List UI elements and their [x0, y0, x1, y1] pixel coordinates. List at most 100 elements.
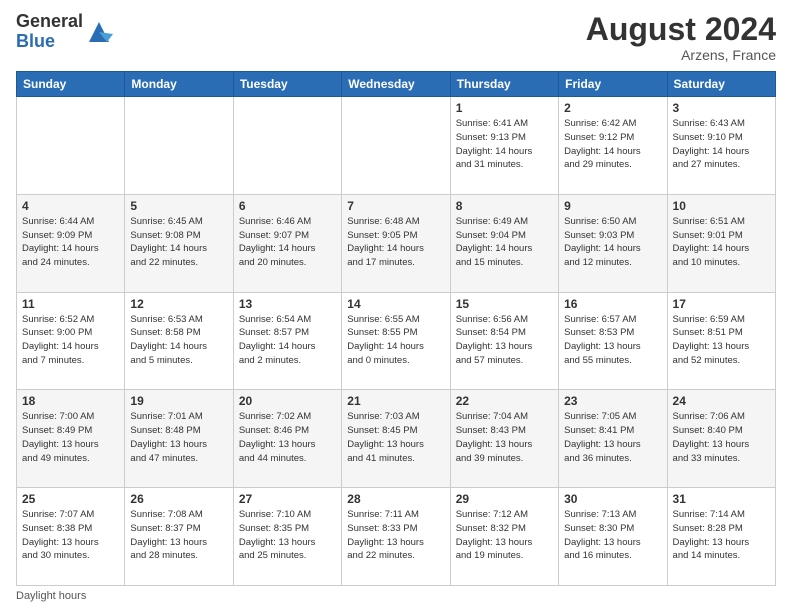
day-number: 25 — [22, 492, 119, 506]
logo-text: General Blue — [16, 12, 83, 52]
col-sunday: Sunday — [17, 72, 125, 97]
day-info: Sunrise: 7:01 AMSunset: 8:48 PMDaylight:… — [130, 410, 227, 465]
calendar-cell: 25 Sunrise: 7:07 AMSunset: 8:38 PMDayligh… — [17, 488, 125, 586]
day-number: 12 — [130, 297, 227, 311]
logo-blue: Blue — [16, 31, 55, 51]
day-number: 26 — [130, 492, 227, 506]
calendar-cell: 9Sunrise: 6:50 AMSunset: 9:03 PMDaylight… — [559, 194, 667, 292]
calendar-header: Sunday Monday Tuesday Wednesday Thursday… — [17, 72, 776, 97]
calendar-week-3: 11Sunrise: 6:52 AMSunset: 9:00 PMDayligh… — [17, 292, 776, 390]
day-number: 10 — [673, 199, 770, 213]
calendar-cell — [125, 97, 233, 195]
day-info: Sunrise: 6:56 AMSunset: 8:54 PMDaylight:… — [456, 313, 553, 368]
day-number: 23 — [564, 394, 661, 408]
day-info: Sunrise: 6:41 AMSunset: 9:13 PMDaylight:… — [456, 117, 553, 172]
calendar-cell: 10 Sunrise: 6:51 AMSunset: 9:01 PMDayligh… — [667, 194, 775, 292]
day-number: 18 — [22, 394, 119, 408]
day-number: 29 — [456, 492, 553, 506]
calendar-cell: 7 Sunrise: 6:48 AMSunset: 9:05 PMDaylight… — [342, 194, 450, 292]
calendar-week-5: 25 Sunrise: 7:07 AMSunset: 8:38 PMDayligh… — [17, 488, 776, 586]
header: General Blue August 2024 Arzens, France — [16, 12, 776, 63]
day-number: 14 — [347, 297, 444, 311]
day-number: 13 — [239, 297, 336, 311]
daylight-hours-label: Daylight hours — [16, 590, 86, 602]
col-wednesday: Wednesday — [342, 72, 450, 97]
day-info: Sunrise: 6:50 AMSunset: 9:03 PMDaylight:… — [564, 215, 661, 270]
calendar-cell: 12 Sunrise: 6:53 AMSunset: 8:58 PMDayligh… — [125, 292, 233, 390]
logo: General Blue — [16, 12, 113, 52]
calendar-cell: 18Sunrise: 7:00 AMSunset: 8:49 PMDayligh… — [17, 390, 125, 488]
day-number: 7 — [347, 199, 444, 213]
calendar-cell: 24Sunrise: 7:06 AMSunset: 8:40 PMDayligh… — [667, 390, 775, 488]
day-info: Sunrise: 6:49 AMSunset: 9:04 PMDaylight:… — [456, 215, 553, 270]
title-block: August 2024 Arzens, France — [586, 12, 776, 63]
calendar-cell — [17, 97, 125, 195]
day-info: Sunrise: 7:10 AMSunset: 8:35 PMDaylight:… — [239, 508, 336, 563]
calendar-body: 1 Sunrise: 6:41 AMSunset: 9:13 PMDaylight… — [17, 97, 776, 586]
day-info: Sunrise: 6:46 AMSunset: 9:07 PMDaylight:… — [239, 215, 336, 270]
day-info: Sunrise: 6:53 AMSunset: 8:58 PMDaylight:… — [130, 313, 227, 368]
calendar-cell: 3 Sunrise: 6:43 AMSunset: 9:10 PMDaylight… — [667, 97, 775, 195]
calendar-cell: 2Sunrise: 6:42 AMSunset: 9:12 PMDaylight… — [559, 97, 667, 195]
day-info: Sunrise: 7:11 AMSunset: 8:33 PMDaylight:… — [347, 508, 444, 563]
logo-general: General — [16, 11, 83, 31]
calendar-cell: 28 Sunrise: 7:11 AMSunset: 8:33 PMDayligh… — [342, 488, 450, 586]
calendar-week-1: 1 Sunrise: 6:41 AMSunset: 9:13 PMDaylight… — [17, 97, 776, 195]
day-number: 6 — [239, 199, 336, 213]
calendar-week-4: 18Sunrise: 7:00 AMSunset: 8:49 PMDayligh… — [17, 390, 776, 488]
day-number: 15 — [456, 297, 553, 311]
day-number: 19 — [130, 394, 227, 408]
calendar-cell: 23 Sunrise: 7:05 AMSunset: 8:41 PMDayligh… — [559, 390, 667, 488]
day-info: Sunrise: 7:08 AMSunset: 8:37 PMDaylight:… — [130, 508, 227, 563]
calendar-cell: 27 Sunrise: 7:10 AMSunset: 8:35 PMDayligh… — [233, 488, 341, 586]
calendar-cell: 16Sunrise: 6:57 AMSunset: 8:53 PMDayligh… — [559, 292, 667, 390]
day-number: 17 — [673, 297, 770, 311]
col-friday: Friday — [559, 72, 667, 97]
page: General Blue August 2024 Arzens, France … — [0, 0, 792, 612]
day-number: 1 — [456, 101, 553, 115]
day-number: 31 — [673, 492, 770, 506]
day-number: 21 — [347, 394, 444, 408]
day-number: 3 — [673, 101, 770, 115]
footer: Daylight hours — [16, 590, 776, 602]
day-number: 28 — [347, 492, 444, 506]
col-monday: Monday — [125, 72, 233, 97]
day-info: Sunrise: 7:05 AMSunset: 8:41 PMDaylight:… — [564, 410, 661, 465]
day-info: Sunrise: 7:13 AMSunset: 8:30 PMDaylight:… — [564, 508, 661, 563]
calendar-cell: 17 Sunrise: 6:59 AMSunset: 8:51 PMDayligh… — [667, 292, 775, 390]
day-info: Sunrise: 6:43 AMSunset: 9:10 PMDaylight:… — [673, 117, 770, 172]
calendar-cell: 26 Sunrise: 7:08 AMSunset: 8:37 PMDayligh… — [125, 488, 233, 586]
calendar-cell: 15 Sunrise: 6:56 AMSunset: 8:54 PMDayligh… — [450, 292, 558, 390]
day-info: Sunrise: 7:07 AMSunset: 8:38 PMDaylight:… — [22, 508, 119, 563]
day-number: 24 — [673, 394, 770, 408]
day-info: Sunrise: 6:48 AMSunset: 9:05 PMDaylight:… — [347, 215, 444, 270]
day-info: Sunrise: 6:51 AMSunset: 9:01 PMDaylight:… — [673, 215, 770, 270]
calendar-cell: 19 Sunrise: 7:01 AMSunset: 8:48 PMDayligh… — [125, 390, 233, 488]
col-saturday: Saturday — [667, 72, 775, 97]
logo-icon — [85, 18, 113, 46]
day-number: 4 — [22, 199, 119, 213]
calendar-cell: 30Sunrise: 7:13 AMSunset: 8:30 PMDayligh… — [559, 488, 667, 586]
day-info: Sunrise: 7:12 AMSunset: 8:32 PMDaylight:… — [456, 508, 553, 563]
calendar-cell: 1 Sunrise: 6:41 AMSunset: 9:13 PMDaylight… — [450, 97, 558, 195]
calendar-cell: 22Sunrise: 7:04 AMSunset: 8:43 PMDayligh… — [450, 390, 558, 488]
calendar-cell: 6 Sunrise: 6:46 AMSunset: 9:07 PMDaylight… — [233, 194, 341, 292]
day-number: 2 — [564, 101, 661, 115]
day-info: Sunrise: 7:14 AMSunset: 8:28 PMDaylight:… — [673, 508, 770, 563]
day-number: 22 — [456, 394, 553, 408]
calendar-cell — [233, 97, 341, 195]
day-info: Sunrise: 6:55 AMSunset: 8:55 PMDaylight:… — [347, 313, 444, 368]
col-tuesday: Tuesday — [233, 72, 341, 97]
calendar-week-2: 4Sunrise: 6:44 AMSunset: 9:09 PMDaylight… — [17, 194, 776, 292]
calendar-cell: 11Sunrise: 6:52 AMSunset: 9:00 PMDayligh… — [17, 292, 125, 390]
calendar-cell: 31 Sunrise: 7:14 AMSunset: 8:28 PMDayligh… — [667, 488, 775, 586]
calendar-cell: 20Sunrise: 7:02 AMSunset: 8:46 PMDayligh… — [233, 390, 341, 488]
day-info: Sunrise: 6:59 AMSunset: 8:51 PMDaylight:… — [673, 313, 770, 368]
calendar-table: Sunday Monday Tuesday Wednesday Thursday… — [16, 71, 776, 586]
day-info: Sunrise: 6:57 AMSunset: 8:53 PMDaylight:… — [564, 313, 661, 368]
day-info: Sunrise: 6:45 AMSunset: 9:08 PMDaylight:… — [130, 215, 227, 270]
day-number: 5 — [130, 199, 227, 213]
header-row: Sunday Monday Tuesday Wednesday Thursday… — [17, 72, 776, 97]
day-number: 27 — [239, 492, 336, 506]
calendar-cell: 13Sunrise: 6:54 AMSunset: 8:57 PMDayligh… — [233, 292, 341, 390]
